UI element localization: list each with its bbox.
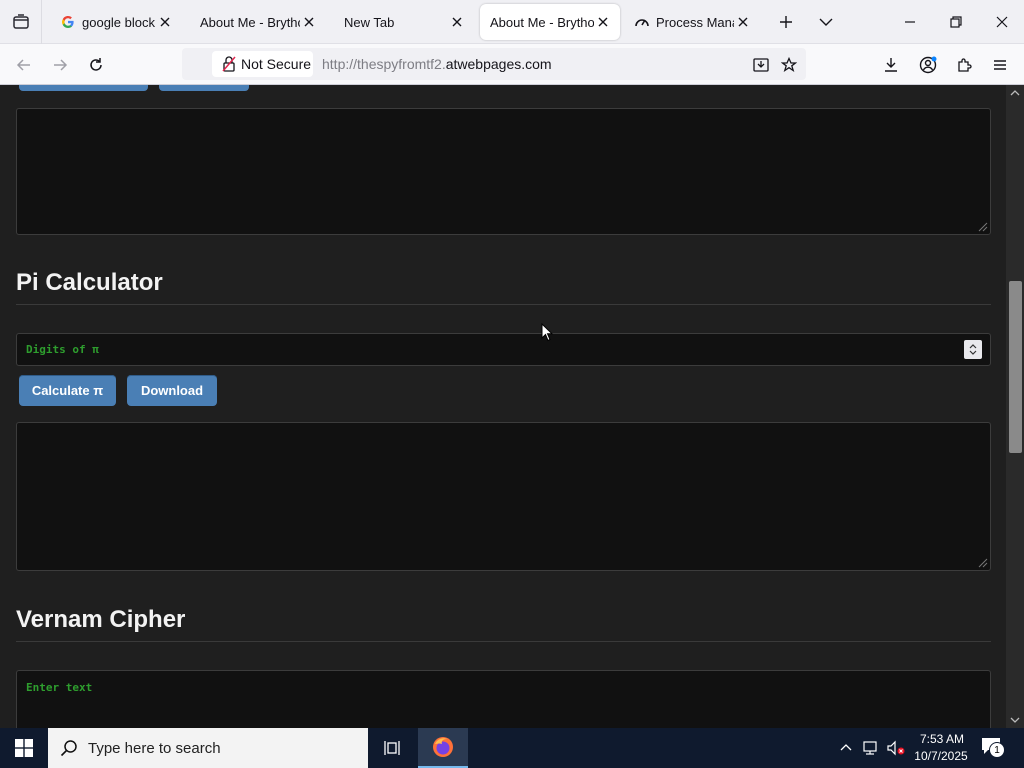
clock-date[interactable]: 10/7/2025 <box>910 749 972 763</box>
url-domain: atwebpages.com <box>445 56 552 72</box>
arrow-right-icon <box>54 59 68 71</box>
previous-section-button-1[interactable] <box>19 85 148 91</box>
arrow-left-icon <box>16 59 30 71</box>
account-icon <box>919 56 937 74</box>
resize-grip-icon[interactable] <box>978 558 988 568</box>
install-page-button[interactable] <box>750 54 772 76</box>
site-security-button[interactable]: Not Secure <box>212 51 313 77</box>
page-viewport: Pi Calculator Digits of π Calculate π Do… <box>0 85 1024 728</box>
tab-title: google block br <box>82 14 156 30</box>
navigation-toolbar: Not Secure http://thespyfromtf2.atwebpag… <box>0 44 1024 85</box>
action-center-button[interactable]: 1 <box>980 736 1008 762</box>
download-icon <box>885 58 897 72</box>
star-icon <box>781 57 797 73</box>
task-view-icon <box>384 741 400 755</box>
account-button[interactable] <box>915 52 941 78</box>
list-all-tabs-button[interactable] <box>814 10 838 34</box>
pi-digits-placeholder: Digits of π <box>26 343 99 356</box>
previous-section-button-2[interactable] <box>159 85 249 91</box>
close-tab-icon[interactable] <box>156 13 174 31</box>
reload-button[interactable] <box>83 52 109 78</box>
plus-icon <box>780 16 792 28</box>
vernam-section-divider <box>16 641 991 642</box>
tab-bar: google block br About Me - Brython New T… <box>0 0 1024 44</box>
gauge-icon <box>634 14 650 30</box>
search-placeholder: Type here to search <box>88 739 221 757</box>
url-bar[interactable]: Not Secure http://thespyfromtf2.atwebpag… <box>182 48 806 80</box>
close-tab-icon[interactable] <box>594 13 612 31</box>
downloads-button[interactable] <box>878 52 904 78</box>
windows-logo-icon <box>15 739 33 757</box>
spinner-up-down-icon <box>969 344 977 355</box>
minimize-window-button[interactable] <box>896 8 924 36</box>
tab-process-manager[interactable]: Process Manage <box>624 4 760 40</box>
network-icon[interactable] <box>862 740 880 756</box>
tab-title: Process Manage <box>656 14 734 30</box>
tab-title: About Me - Brython <box>200 14 300 30</box>
not-secure-label: Not Secure <box>241 56 312 72</box>
url-text: http://thespyfromtf2.atwebpages.com <box>322 56 552 72</box>
extensions-button[interactable] <box>951 52 977 78</box>
windows-taskbar: Type here to search 7:53 AM 10/7/2025 1 <box>0 728 1024 768</box>
tab-list-icon <box>12 14 29 29</box>
resize-grip-icon[interactable] <box>978 222 988 232</box>
google-g-icon <box>60 14 76 30</box>
taskbar-firefox-button[interactable] <box>418 728 468 768</box>
back-button[interactable] <box>11 52 37 78</box>
taskbar-search-box[interactable]: Type here to search <box>48 728 368 768</box>
calculate-pi-button[interactable]: Calculate π <box>19 375 116 406</box>
close-tab-icon[interactable] <box>448 13 466 31</box>
vernam-cipher-heading: Vernam Cipher <box>16 606 186 633</box>
close-icon <box>996 16 1008 28</box>
tab-list-button[interactable] <box>0 0 42 44</box>
pi-calculator-heading: Pi Calculator <box>16 269 163 296</box>
install-icon <box>753 58 769 72</box>
reload-icon <box>90 58 102 71</box>
forward-button[interactable] <box>47 52 73 78</box>
download-pi-button[interactable]: Download <box>127 375 217 406</box>
tab-google-block[interactable]: google block br <box>50 4 182 40</box>
notification-count-badge: 1 <box>989 742 1005 758</box>
task-view-button[interactable] <box>372 728 412 768</box>
scroll-down-arrow-icon[interactable] <box>1010 716 1020 724</box>
pi-section-divider <box>16 304 991 305</box>
tab-title: About Me - Brython <box>490 14 594 30</box>
previous-output-textarea[interactable] <box>16 108 991 235</box>
scroll-up-arrow-icon[interactable] <box>1010 89 1020 97</box>
close-tab-icon[interactable] <box>300 13 318 31</box>
puzzle-icon <box>958 58 972 72</box>
bookmark-star-button[interactable] <box>778 54 800 76</box>
new-tab-button[interactable] <box>774 10 798 34</box>
minimize-icon <box>905 21 915 23</box>
page-scrollbar[interactable] <box>1006 85 1024 728</box>
close-window-button[interactable] <box>988 8 1016 36</box>
vernam-text-placeholder: Enter text <box>26 681 93 694</box>
mouse-cursor-icon <box>541 323 553 342</box>
tab-about-me-1[interactable]: About Me - Brython <box>190 4 326 40</box>
vernam-text-input[interactable]: Enter text <box>16 670 991 728</box>
firefox-icon <box>433 737 453 757</box>
chevron-down-icon <box>819 18 833 26</box>
pi-output-textarea[interactable] <box>16 422 991 571</box>
hamburger-menu-icon <box>994 60 1006 70</box>
pi-digits-input[interactable]: Digits of π <box>16 333 991 366</box>
tab-new-tab[interactable]: New Tab <box>334 4 474 40</box>
app-menu-button[interactable] <box>987 52 1013 78</box>
start-button[interactable] <box>0 728 48 768</box>
show-hidden-icons-chevron-icon[interactable] <box>840 742 852 752</box>
insecure-lock-icon <box>222 56 236 72</box>
number-spinner[interactable] <box>964 340 982 359</box>
restore-icon <box>950 16 962 28</box>
scrollbar-thumb[interactable] <box>1009 281 1022 453</box>
search-icon <box>60 740 77 757</box>
url-prefix: http://thespyfromtf2. <box>322 56 446 72</box>
tab-title: New Tab <box>344 14 395 30</box>
clock-time[interactable]: 7:53 AM <box>914 732 970 746</box>
restore-window-button[interactable] <box>942 8 970 36</box>
close-tab-icon[interactable] <box>734 13 752 31</box>
tab-about-me-active[interactable]: About Me - Brython <box>480 4 620 40</box>
volume-muted-icon[interactable] <box>886 740 906 756</box>
